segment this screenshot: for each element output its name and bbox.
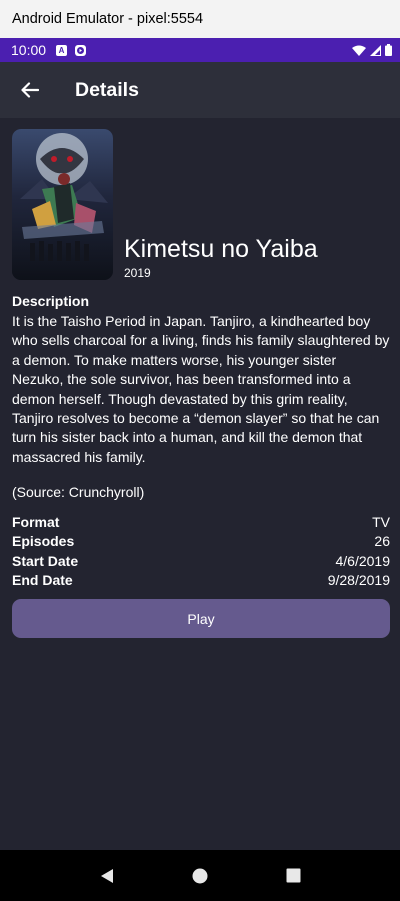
recents-square-icon	[286, 868, 301, 883]
battery-icon	[385, 44, 392, 56]
back-triangle-icon	[100, 868, 113, 883]
info-row-episodes: Episodes 26	[12, 532, 390, 552]
poster-image	[12, 129, 113, 280]
system-nav-bar	[0, 850, 400, 901]
play-button[interactable]: Play	[12, 599, 390, 638]
details-content: Kimetsu no Yaiba 2019 Description It is …	[0, 118, 400, 850]
signal-icon	[370, 44, 381, 56]
description-heading: Description	[12, 293, 90, 309]
app-play-icon	[75, 44, 87, 56]
info-value: TV	[372, 513, 390, 530]
arrow-left-icon	[21, 82, 39, 98]
info-label: End Date	[12, 572, 73, 589]
info-label: Start Date	[12, 552, 79, 569]
show-title: Kimetsu no Yaiba	[124, 235, 318, 263]
app-a-icon: A	[56, 44, 68, 56]
info-label: Episodes	[12, 533, 75, 550]
info-value: 9/28/2019	[327, 572, 390, 589]
anime-poster-image	[12, 129, 113, 280]
show-year: 2019	[124, 266, 151, 280]
window-title: Android Emulator - pixel:5554	[0, 0, 400, 38]
info-value: 4/6/2019	[335, 552, 391, 569]
nav-back-button[interactable]	[87, 856, 127, 896]
wifi-icon	[352, 45, 366, 56]
info-value: 26	[374, 533, 390, 550]
status-time: 10:00	[11, 42, 47, 58]
app-bar: Details	[0, 62, 400, 118]
description-source: (Source: Crunchyroll)	[12, 484, 145, 500]
nav-recents-button[interactable]	[273, 856, 313, 896]
info-label: Format	[12, 513, 60, 530]
home-circle-icon	[192, 868, 208, 883]
info-row-end-date: End Date 9/28/2019	[12, 571, 390, 591]
info-row-format: Format TV	[12, 512, 390, 532]
info-row-start-date: Start Date 4/6/2019	[12, 551, 390, 571]
description-body: It is the Taisho Period in Japan. Tanjir…	[12, 313, 390, 465]
info-table: Format TV Episodes 26 Start Date 4/6/201…	[12, 512, 390, 590]
nav-home-button[interactable]	[180, 856, 220, 896]
back-button[interactable]	[10, 70, 50, 110]
page-title: Details	[75, 78, 139, 101]
status-bar: 10:00 A	[0, 38, 400, 62]
